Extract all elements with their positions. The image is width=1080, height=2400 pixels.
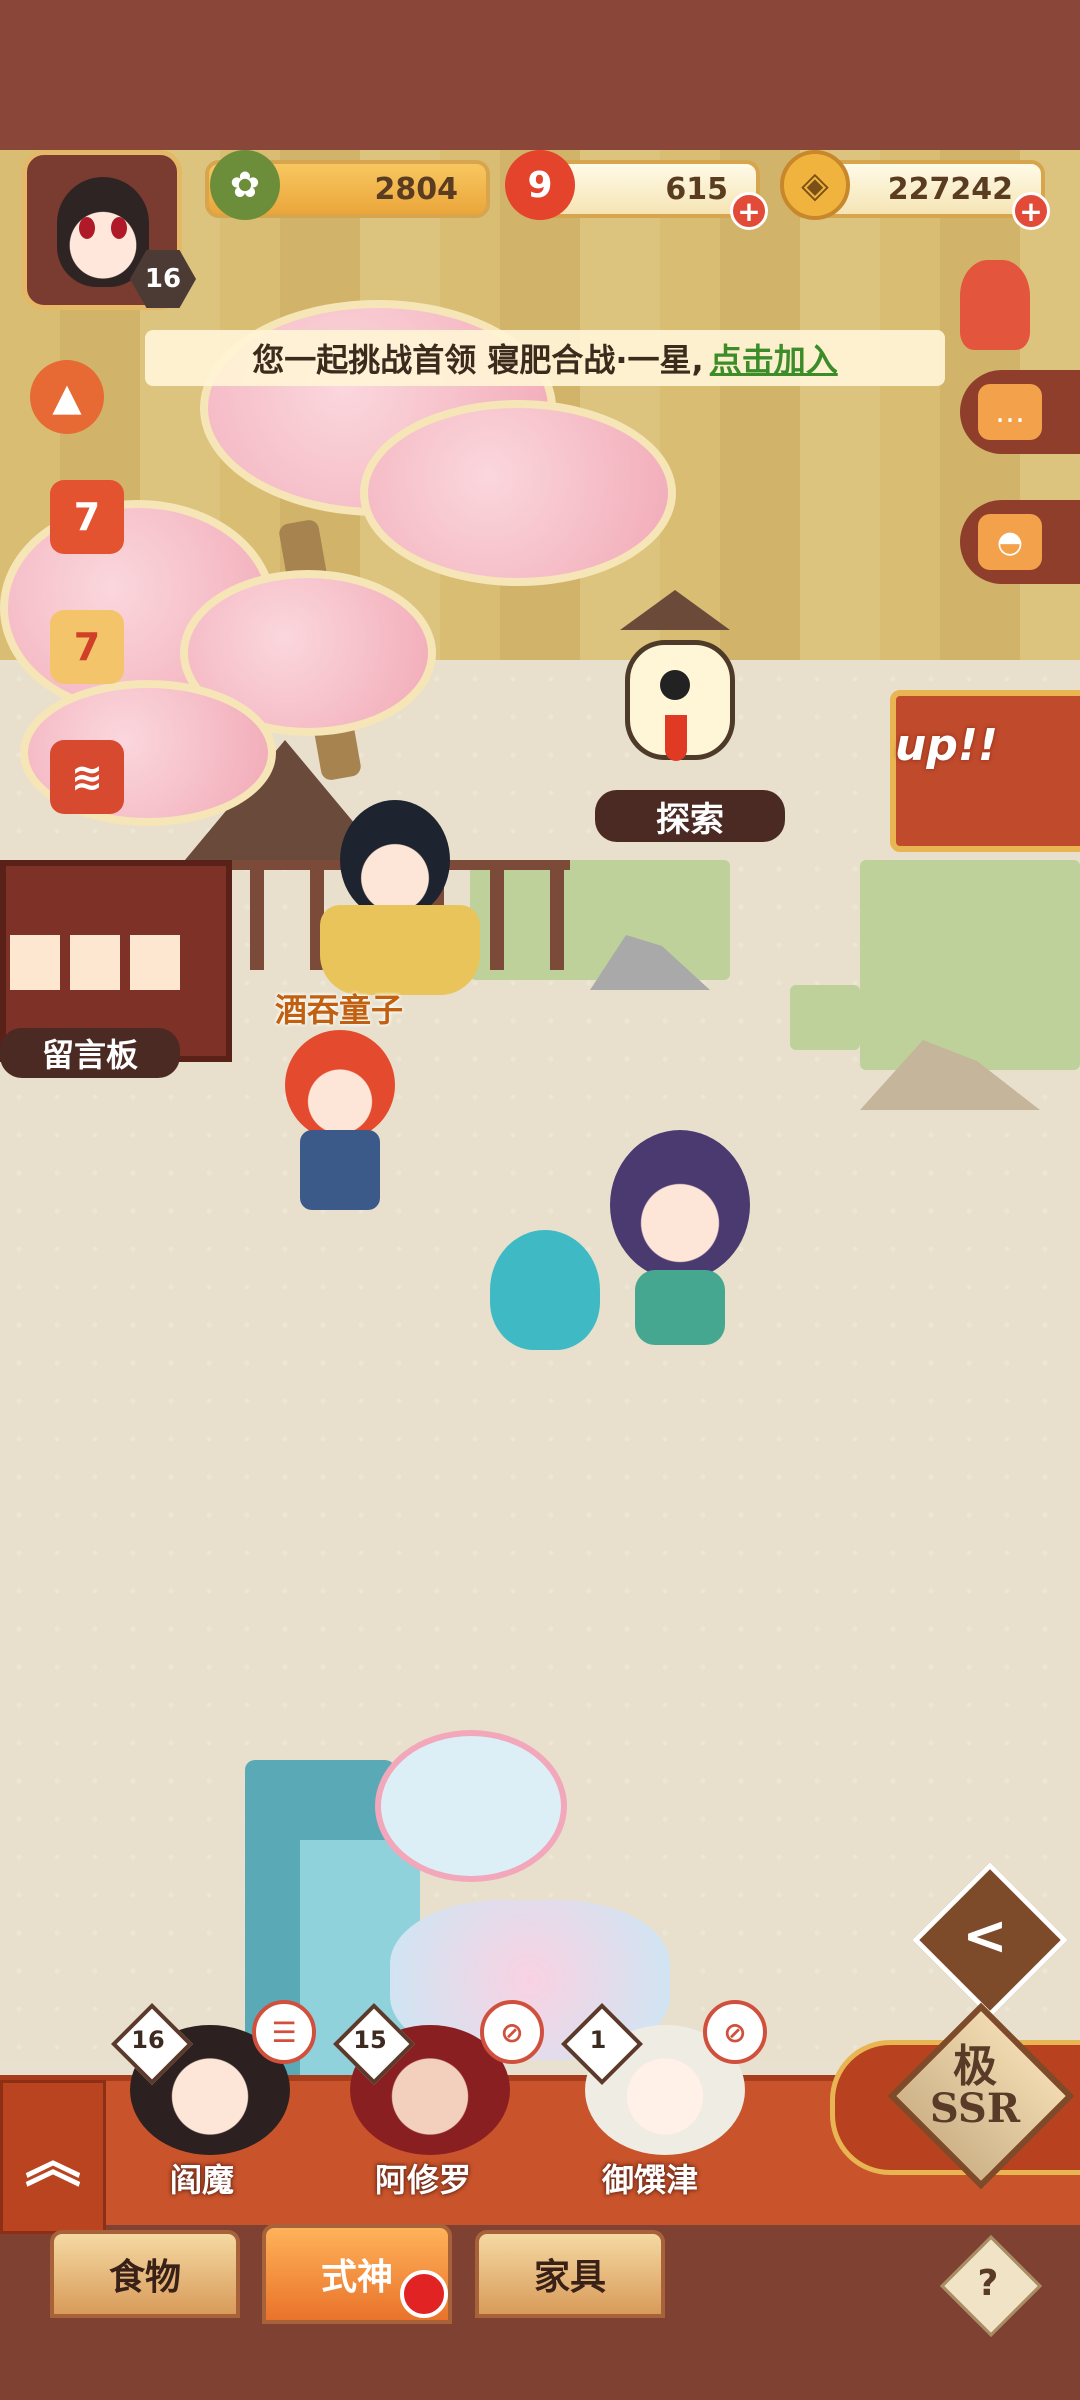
expand-tray-button[interactable]: ︽ — [0, 2080, 106, 2234]
pine-icon: ✿ — [210, 150, 280, 220]
add-magatama-button[interactable]: + — [730, 192, 768, 230]
mute-icon[interactable]: ⊘ — [480, 2000, 544, 2064]
up-banner-text: up!! — [895, 720, 998, 771]
shuten-doji-robe — [320, 905, 480, 995]
shikigami-name: 阿修罗 — [375, 2161, 472, 2199]
event-calendar-icon[interactable]: 7 — [50, 610, 124, 684]
coin-icon: ◈ — [780, 150, 850, 220]
npc-boy-character[interactable] — [285, 1030, 395, 1140]
calendar-day: 7 — [73, 495, 101, 539]
magatama-icon: 9 — [505, 150, 575, 220]
message-board-label[interactable]: 留言板 — [0, 1028, 180, 1078]
announcement-marquee[interactable]: 您一起挑战首领 寝肥合战·一星, 点击加入 — [145, 330, 945, 386]
shikigami-level: 15 — [353, 2026, 387, 2054]
jade-value: 2804 — [374, 171, 459, 207]
help-icon: ? — [977, 2262, 999, 2304]
character-name-label: 酒吞童子 — [275, 991, 404, 1029]
mute-icon[interactable]: ⊘ — [703, 2000, 767, 2064]
add-gold-button[interactable]: + — [1012, 192, 1050, 230]
cherry-blossom-cloud — [360, 400, 676, 586]
lantern-tongue — [665, 715, 687, 761]
join-link[interactable]: 点击加入 — [710, 335, 838, 381]
grass-patch — [860, 860, 1080, 1070]
board-note — [10, 935, 60, 990]
shikigami-level: 16 — [131, 2026, 165, 2054]
avatar-eye — [111, 217, 127, 239]
maiden-robe — [635, 1270, 725, 1345]
explore-label[interactable]: 探索 — [595, 790, 785, 842]
koinobori-icon[interactable]: ≋ — [50, 740, 124, 814]
marquee-text: 您一起挑战首领 寝肥合战·一星, — [252, 341, 704, 379]
ssr-label-bottom: SSR — [929, 2085, 1021, 2132]
maiden-character[interactable] — [610, 1130, 750, 1280]
shuten-doji-character[interactable] — [340, 800, 450, 920]
tab-furniture[interactable]: 家具 — [475, 2230, 665, 2318]
back-arrow-icon: < — [962, 1903, 1008, 1967]
gold-value: 227242 — [887, 171, 1013, 207]
grass-patch — [790, 985, 860, 1050]
chat-bubble-icon: … — [978, 384, 1042, 440]
shikigami-name: 阎魔 — [170, 2161, 235, 2199]
feed-icon[interactable]: ☰ — [252, 2000, 316, 2064]
activity-button[interactable]: ◓ — [960, 500, 1080, 584]
magatama-value: 615 — [665, 171, 728, 207]
npc-boy-body — [300, 1130, 380, 1210]
tab-food[interactable]: 食物 — [50, 2230, 240, 2318]
calendar-icon[interactable]: 7 — [50, 480, 124, 554]
shikigami-level: 1 — [589, 2026, 607, 2054]
onigiri-icon: ◓ — [978, 514, 1042, 570]
board-note — [130, 935, 180, 990]
shikigami-name: 御馔津 — [602, 2161, 699, 2199]
up-event-banner[interactable] — [890, 690, 1080, 852]
board-note — [70, 935, 120, 990]
avatar-eye — [79, 217, 95, 239]
lantern-eye — [660, 670, 690, 700]
lantern-up-icon[interactable]: ▲ — [30, 360, 104, 434]
chat-button[interactable]: … — [960, 370, 1080, 454]
notification-dot — [400, 2270, 448, 2318]
blue-creature-character[interactable] — [490, 1230, 600, 1350]
kitty-head-decor — [375, 1730, 567, 1882]
event-day: 7 — [73, 625, 101, 669]
fish-ornament-icon[interactable] — [960, 260, 1030, 350]
